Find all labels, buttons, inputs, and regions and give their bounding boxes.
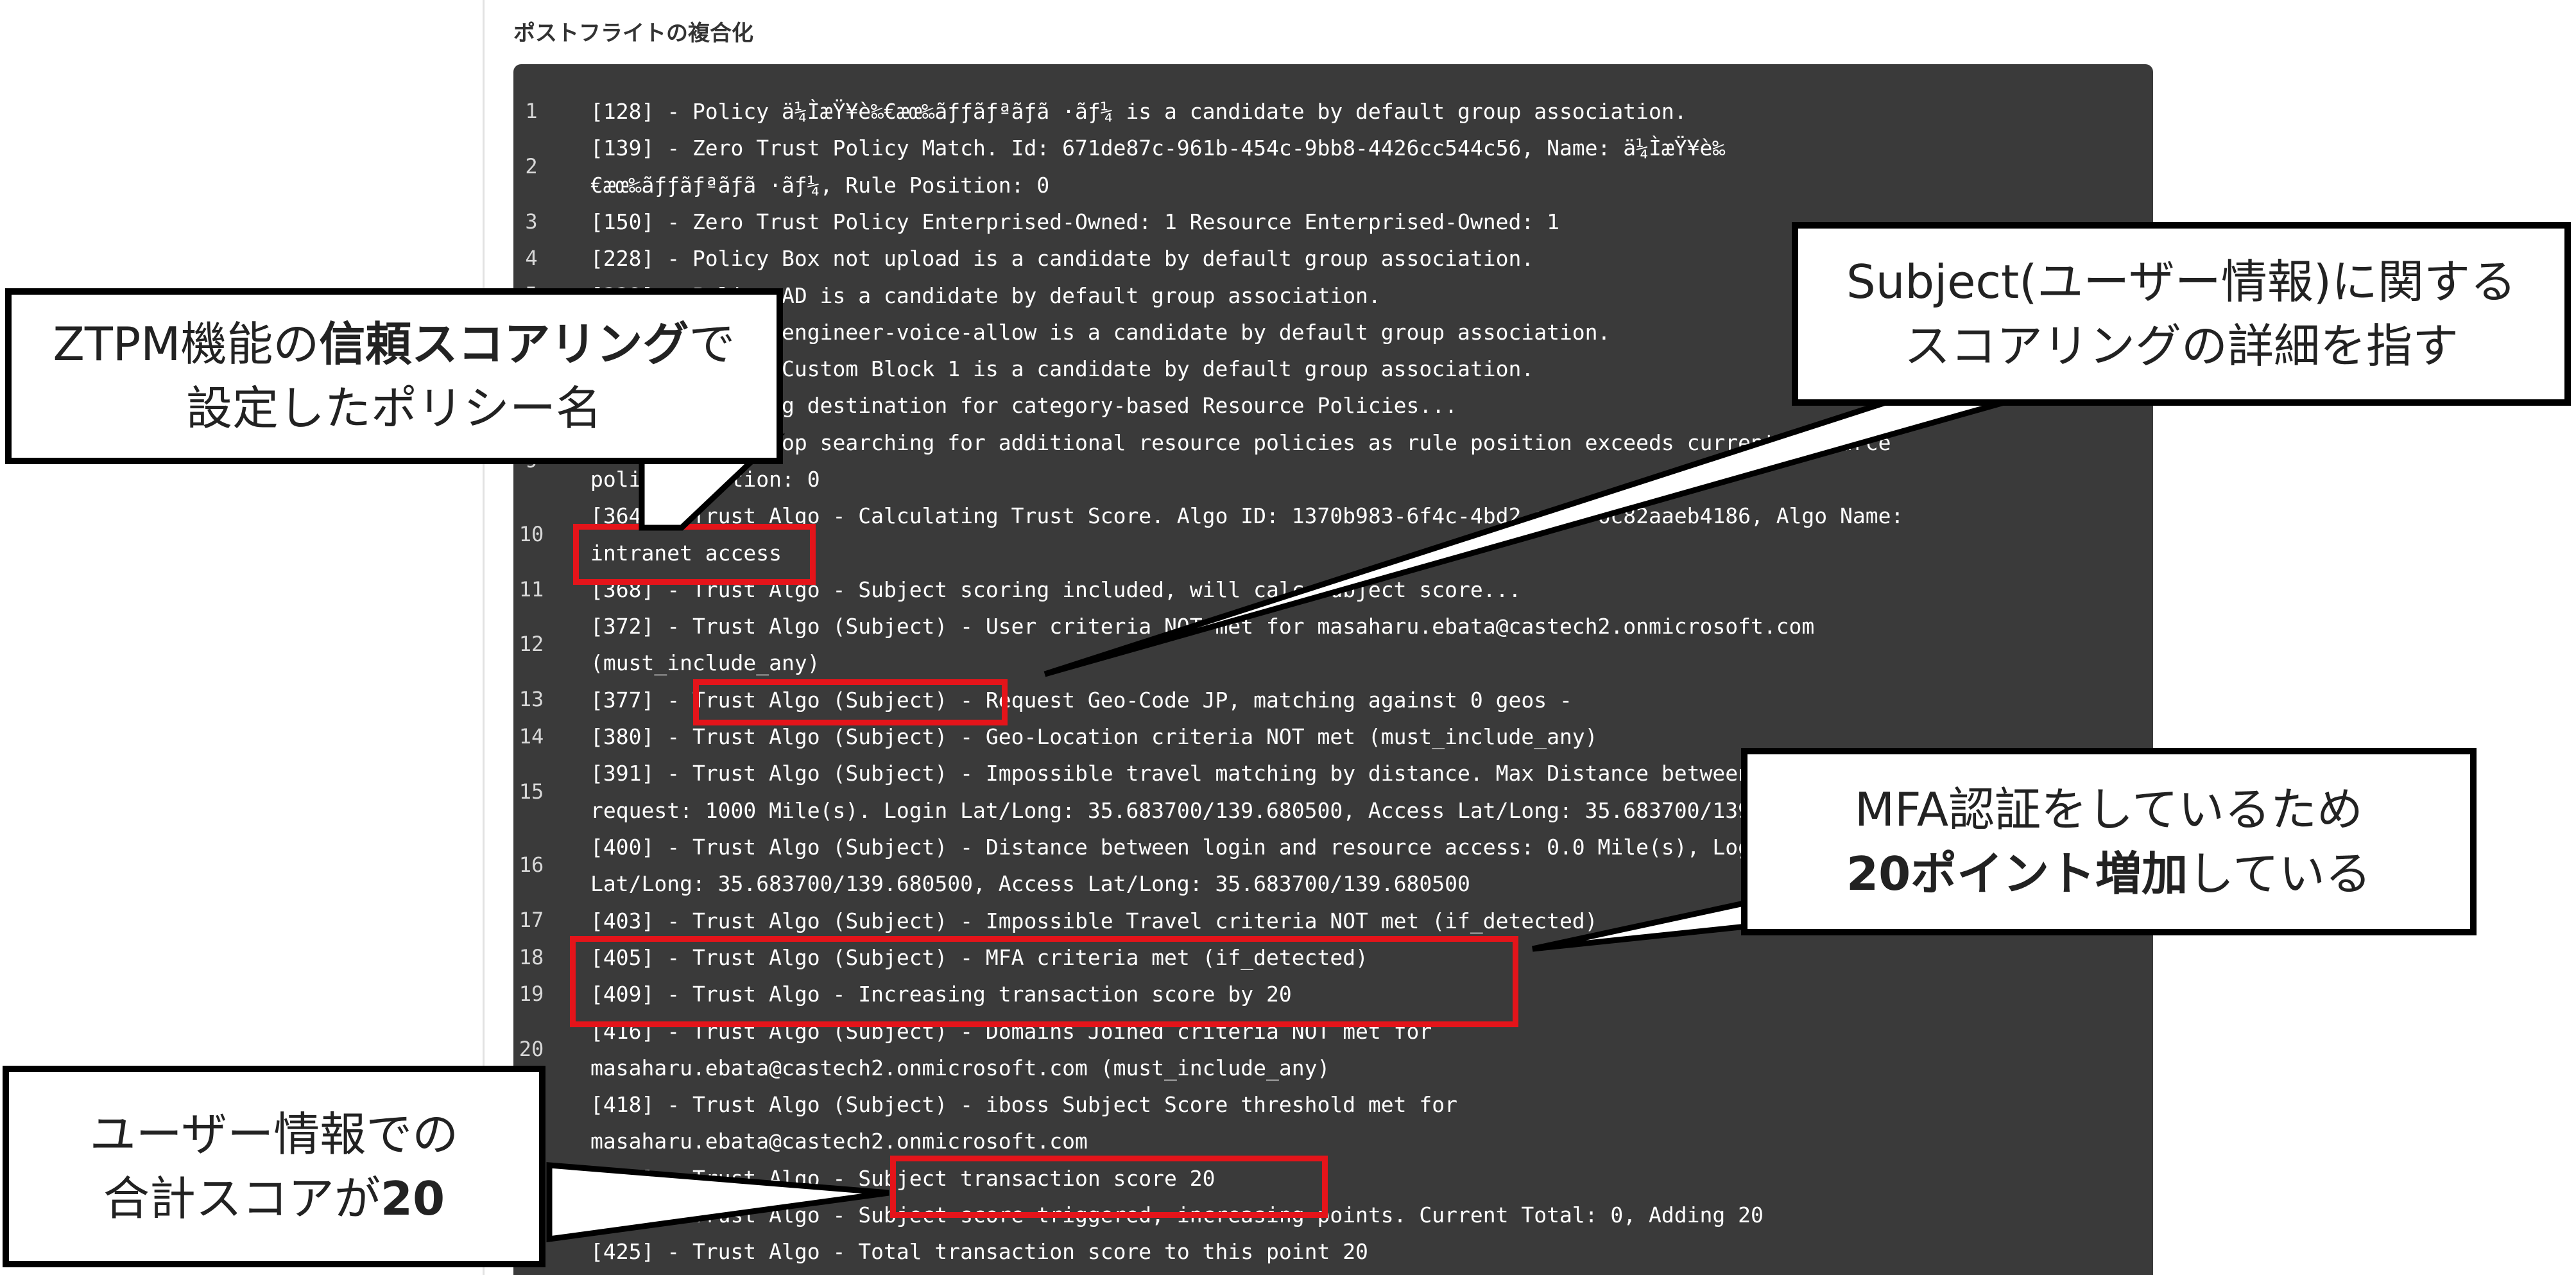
screenshot-root: ポストフライトの複合化 1 [128] - Policy ä¼ÌæŸ¥è‰€æœ‰… — [0, 0, 2576, 1275]
callout-mfa: MFA認証をしているため 20ポイント増加している — [1741, 748, 2477, 935]
callout-policy-name: ZTPM機能の信頼スコアリングで 設定したポリシー名 — [5, 288, 783, 464]
callout-subject-line1: Subject(ユーザー情報)に関する — [1846, 255, 2516, 309]
callout-mfa-line1: MFA認証をしているため — [1854, 783, 2363, 837]
callout-bold-text: 20ポイント増加 — [1846, 847, 2188, 901]
callout-text: している — [2188, 847, 2372, 901]
callout-bold-text: 信頼スコアリング — [319, 317, 689, 371]
callout-mfa-line2: 20ポイント増加している — [1846, 842, 2371, 906]
callout-total: ユーザー情報での 合計スコアが20 — [3, 1066, 545, 1267]
callout-text: 合計スコアが — [103, 1172, 381, 1226]
callout-policy-name-line2: 設定したポリシー名 — [185, 381, 602, 435]
callout-total-line2: 合計スコアが20 — [90, 1167, 459, 1231]
callout-text: ZTPM機能の — [53, 317, 320, 371]
callout-total-line1: ユーザー情報での — [89, 1107, 459, 1161]
callout-subject: Subject(ユーザー情報)に関する スコアリングの詳細を指す — [1792, 222, 2571, 406]
callout-policy-name-line1: ZTPM機能の信頼スコアリングで — [53, 312, 735, 376]
callout-subject-line2: スコアリングの詳細を指す — [1903, 319, 2459, 373]
callout-bold-text: 20 — [380, 1172, 445, 1226]
callout-text: で — [689, 317, 735, 371]
